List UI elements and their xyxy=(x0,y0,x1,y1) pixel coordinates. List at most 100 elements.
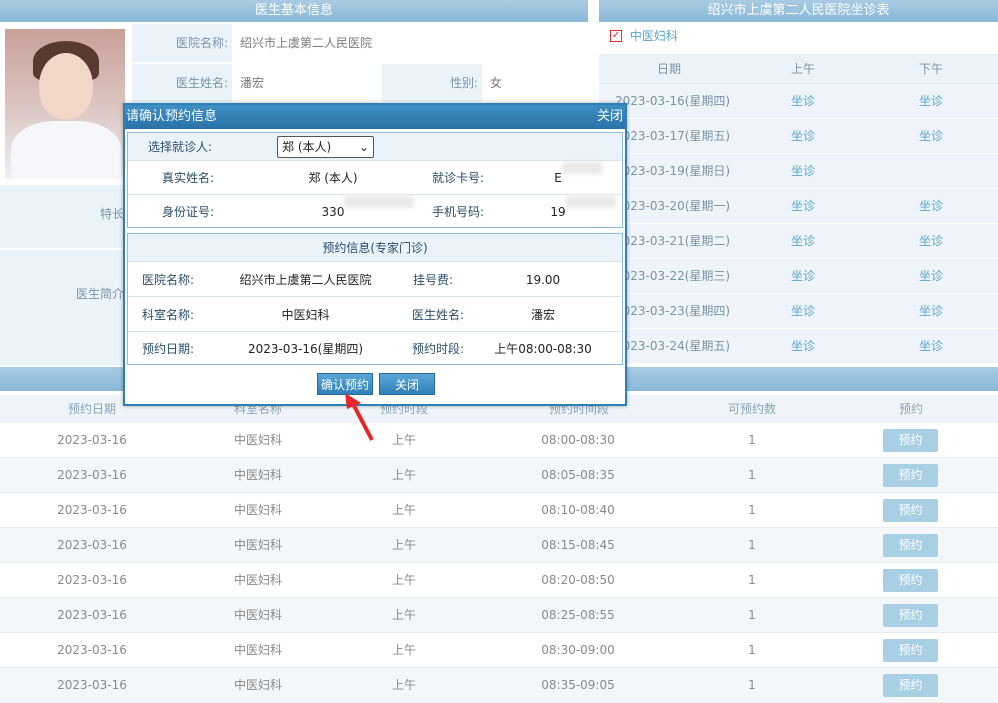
hospital-value: 绍兴市上虞第二人民医院 xyxy=(232,24,588,62)
appt-hospital-row: 医院名称: 绍兴市上虞第二人民医院 挂号费: 19.00 xyxy=(128,263,622,297)
doctor-photo xyxy=(5,29,125,179)
patient-select[interactable]: 郑 (本人) ⌄ xyxy=(277,136,374,158)
book-button[interactable]: 预约 xyxy=(883,464,938,487)
confirm-appointment-button[interactable]: 确认预约 xyxy=(317,373,373,395)
schedule-pm-link[interactable]: 坐诊 xyxy=(919,259,943,293)
slot-count: 1 xyxy=(748,468,756,482)
patient-section: 选择就诊人: 郑 (本人) ⌄ 真实姓名: 郑 (本人) 就诊卡号: E 身份证… xyxy=(127,132,623,228)
appt-doctor-label: 医生姓名: xyxy=(411,308,465,322)
slot-time: 08:30-09:00 xyxy=(541,643,615,657)
id-value-text: 330 xyxy=(321,205,345,219)
fee-value: 19.00 xyxy=(525,273,561,287)
schedule-row: 2023-03-16(星期四) 坐诊 坐诊 xyxy=(599,84,998,119)
slot-dept: 中医妇科 xyxy=(233,573,282,587)
chevron-down-icon: ⌄ xyxy=(358,140,369,154)
slot-row: 2023-03-16 中医妇科 上午 08:30-09:00 1 预约 xyxy=(0,633,998,668)
schedule-date: 2023-03-16(星期四) xyxy=(615,94,731,108)
slot-time: 08:10-08:40 xyxy=(541,503,615,517)
book-button[interactable]: 预约 xyxy=(883,639,938,662)
modal-title: 请确认预约信息 xyxy=(126,109,218,124)
slot-time: 08:05-08:35 xyxy=(541,468,615,482)
slot-dept: 中医妇科 xyxy=(233,503,282,517)
slot-count: 1 xyxy=(748,503,756,517)
schedule-date: 2023-03-19(星期日) xyxy=(615,164,731,178)
slot-count: 1 xyxy=(748,608,756,622)
slot-period: 上午 xyxy=(391,573,416,587)
slot-dept: 中医妇科 xyxy=(233,433,282,447)
patient-select-value: 郑 (本人) xyxy=(282,140,332,154)
schedule-row: 2023-03-17(星期五) 坐诊 坐诊 xyxy=(599,119,998,154)
slot-row: 2023-03-16 中医妇科 上午 08:35-09:05 1 预约 xyxy=(0,668,998,703)
schedule-pm-link[interactable]: 坐诊 xyxy=(919,329,943,363)
schedule-pm-link[interactable]: 坐诊 xyxy=(919,119,943,153)
schedule-am-link[interactable]: 坐诊 xyxy=(791,119,815,153)
phone-value-text: 19 xyxy=(550,205,566,219)
slot-row: 2023-03-16 中医妇科 上午 08:20-08:50 1 预约 xyxy=(0,563,998,598)
doctor-name-label: 医生姓名: xyxy=(132,64,232,102)
schedule-am-link[interactable]: 坐诊 xyxy=(791,259,815,293)
book-button[interactable]: 预约 xyxy=(883,429,938,452)
slot-period: 上午 xyxy=(391,608,416,622)
slot-time: 08:25-08:55 xyxy=(541,608,615,622)
slot-header-date: 预约日期 xyxy=(68,402,117,416)
schedule-date: 2023-03-21(星期二) xyxy=(615,234,731,248)
slot-date: 2023-03-16 xyxy=(57,433,127,447)
schedule-date: 2023-03-24(星期五) xyxy=(615,339,731,353)
appt-hospital-value: 绍兴市上虞第二人民医院 xyxy=(239,273,372,287)
schedule-header: 绍兴市上虞第二人民医院坐诊表 xyxy=(599,0,998,22)
modal-close-link[interactable]: 关闭 xyxy=(597,105,623,129)
appointment-section-title: 预约信息(专家门诊) xyxy=(322,241,428,255)
slot-period: 上午 xyxy=(391,538,416,552)
appointment-section-title-row: 预约信息(专家门诊) xyxy=(128,234,622,262)
department-filter[interactable]: ✓ 中医妇科 xyxy=(610,26,678,44)
schedule-am-link[interactable]: 坐诊 xyxy=(791,329,815,363)
close-modal-button[interactable]: 关闭 xyxy=(379,373,435,395)
patient-select-label: 选择就诊人: xyxy=(148,140,213,154)
gender-label: 性别: xyxy=(382,64,482,102)
hospital-label: 医院名称: xyxy=(132,24,232,62)
slot-date: 2023-03-16 xyxy=(57,678,127,692)
slot-dept: 中医妇科 xyxy=(233,643,282,657)
book-button[interactable]: 预约 xyxy=(883,499,938,522)
schedule-am-link[interactable]: 坐诊 xyxy=(791,84,815,118)
card-label: 就诊卡号: xyxy=(431,171,485,185)
slot-count: 1 xyxy=(748,433,756,447)
slot-date: 2023-03-16 xyxy=(57,538,127,552)
slot-dept: 中医妇科 xyxy=(233,608,282,622)
book-button[interactable]: 预约 xyxy=(883,674,938,697)
phone-label: 手机号码: xyxy=(431,205,485,219)
schedule-pm-link[interactable]: 坐诊 xyxy=(919,84,943,118)
schedule-am-link[interactable]: 坐诊 xyxy=(791,224,815,258)
phone-value: 19 xyxy=(513,196,616,228)
slot-row: 2023-03-16 中医妇科 上午 08:00-08:30 1 预约 xyxy=(0,423,998,458)
book-button[interactable]: 预约 xyxy=(883,604,938,627)
doctor-name-value: 潘宏 xyxy=(232,64,380,102)
schedule-row: 2023-03-19(星期日) 坐诊 xyxy=(599,154,998,189)
slot-row: 2023-03-16 中医妇科 上午 08:25-08:55 1 预约 xyxy=(0,598,998,633)
schedule-pm-link[interactable]: 坐诊 xyxy=(919,224,943,258)
slot-date: 2023-03-16 xyxy=(57,608,127,622)
real-name-row: 真实姓名: 郑 (本人) 就诊卡号: E xyxy=(128,162,622,195)
schedule-am-link[interactable]: 坐诊 xyxy=(791,294,815,328)
book-button[interactable]: 预约 xyxy=(883,569,938,592)
schedule-header-am: 上午 xyxy=(791,62,816,76)
gender-value: 女 xyxy=(482,64,588,102)
schedule-pm-link[interactable]: 坐诊 xyxy=(919,294,943,328)
book-button[interactable]: 预约 xyxy=(883,534,938,557)
schedule-header-date: 日期 xyxy=(657,62,682,76)
schedule-am-link[interactable]: 坐诊 xyxy=(791,154,815,188)
slot-header-action: 预约 xyxy=(899,402,924,416)
checkbox-icon[interactable]: ✓ xyxy=(610,29,622,42)
slot-count: 1 xyxy=(748,573,756,587)
slot-period: 上午 xyxy=(391,468,416,482)
appt-period-value: 上午08:00-08:30 xyxy=(494,342,592,356)
schedule-pm-link[interactable]: 坐诊 xyxy=(919,189,943,223)
slot-row: 2023-03-16 中医妇科 上午 08:05-08:35 1 预约 xyxy=(0,458,998,493)
appointment-section: 预约信息(专家门诊) 医院名称: 绍兴市上虞第二人民医院 挂号费: 19.00 … xyxy=(127,233,623,365)
id-label: 身份证号: xyxy=(161,205,215,219)
slot-time: 08:20-08:50 xyxy=(541,573,615,587)
slot-count: 1 xyxy=(748,678,756,692)
schedule-am-link[interactable]: 坐诊 xyxy=(791,189,815,223)
schedule-row: 2023-03-22(星期三) 坐诊 坐诊 xyxy=(599,259,998,294)
schedule-row: 2023-03-20(星期一) 坐诊 坐诊 xyxy=(599,189,998,224)
